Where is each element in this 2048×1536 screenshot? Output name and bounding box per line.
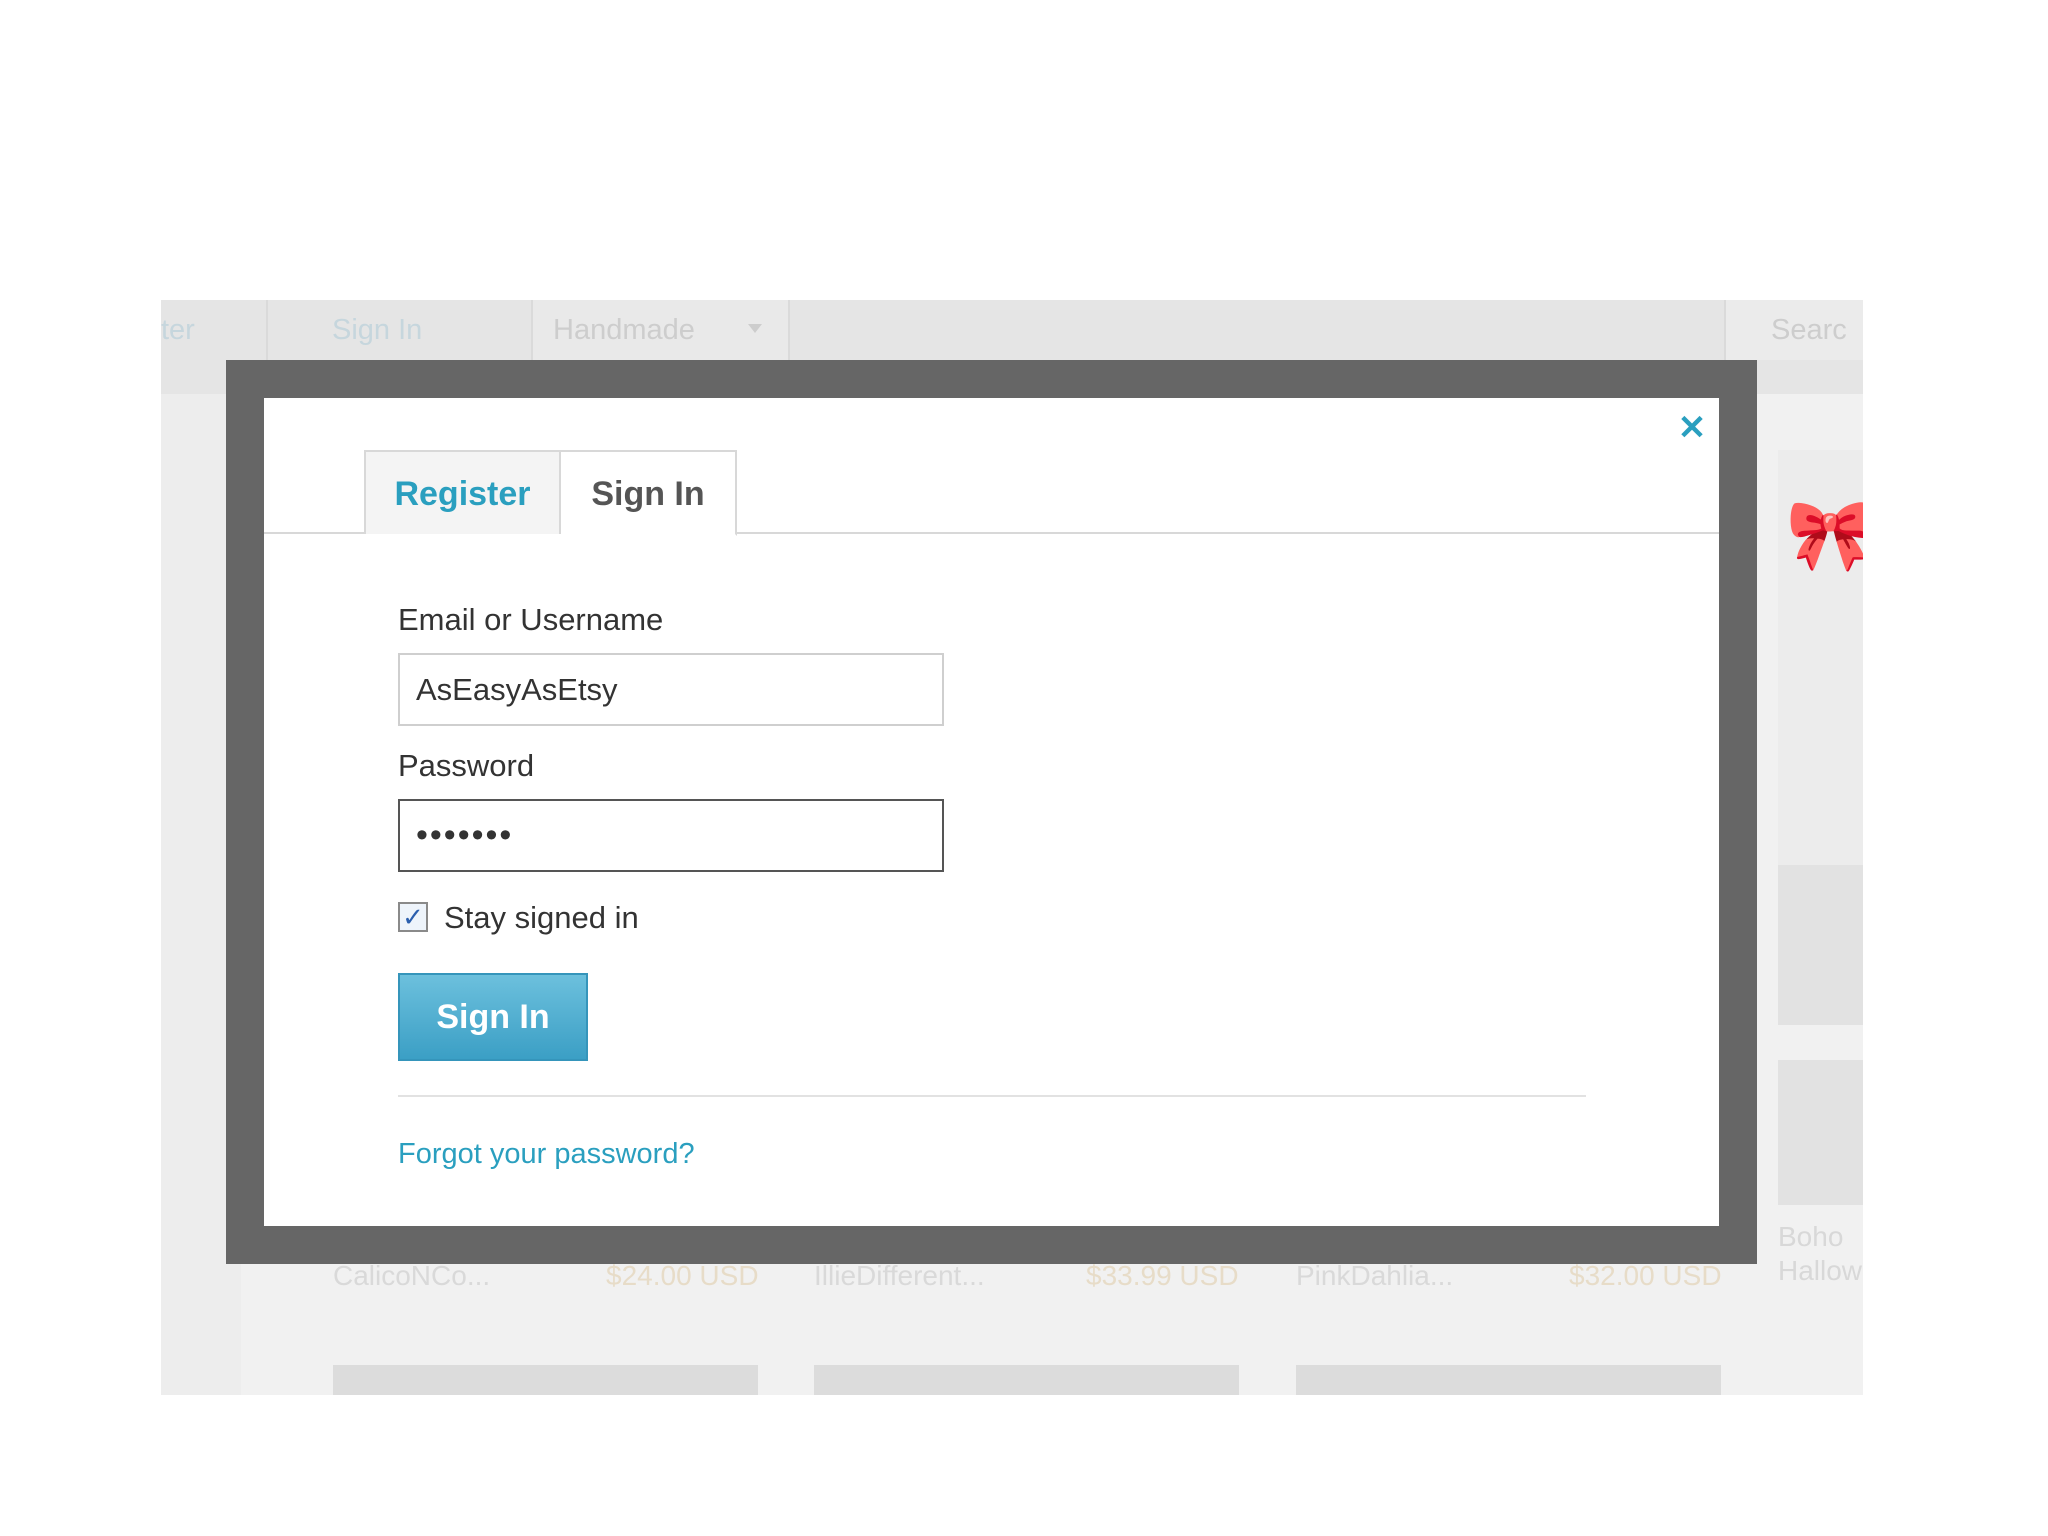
bg-price: $33.99 USD (1086, 1260, 1239, 1291)
signin-dialog-overlay: ✕ Register Sign In Email or Username Pas… (226, 360, 1757, 1264)
stay-signed-in-label[interactable]: Stay signed in (444, 900, 639, 936)
bg-side-item-title: Boho Hallow (1778, 1220, 1862, 1288)
bg-price: $32.00 USD (1569, 1260, 1722, 1291)
checkbox-checked-icon[interactable]: ✓ (398, 902, 428, 932)
bg-category-select: Handmade (531, 300, 790, 360)
bg-side-item-line: Hallow (1778, 1255, 1863, 1286)
password-field[interactable] (398, 799, 944, 872)
bg-thumbnail (1778, 865, 1863, 1025)
forgot-password-link[interactable]: Forgot your password? (398, 1138, 695, 1171)
signin-dialog: ✕ Register Sign In Email or Username Pas… (264, 398, 1719, 1226)
signin-button[interactable]: Sign In (398, 973, 588, 1061)
bg-nav-divider (266, 300, 268, 360)
divider (398, 1095, 1586, 1097)
tab-register[interactable]: Register (364, 450, 561, 534)
chevron-down-icon (748, 324, 762, 333)
bg-search-box: Searc (1724, 300, 1863, 360)
tab-signin[interactable]: Sign In (561, 450, 737, 536)
bg-shop-name: CalicoNCo... (333, 1260, 491, 1291)
email-field[interactable] (398, 653, 944, 726)
bg-shop-name: IllieDifferent... (814, 1260, 985, 1291)
bg-shop-name: PinkDahlia... (1296, 1260, 1454, 1291)
gift-bow-icon: 🎀 (1786, 496, 1863, 574)
bg-thumbnail (814, 1365, 1239, 1395)
bg-thumbnail (1778, 1060, 1863, 1205)
email-label: Email or Username (398, 602, 664, 637)
bg-price: $24.00 USD (606, 1260, 759, 1291)
bg-register-link: ter (161, 314, 195, 346)
bg-thumbnail (1296, 1365, 1721, 1395)
screen: ter Sign In Handmade Searc 🎀 Boho Hallow… (0, 0, 2048, 1536)
password-label: Password (398, 748, 535, 783)
bg-category-label: Handmade (553, 314, 695, 346)
bg-thumbnail (333, 1365, 758, 1395)
bg-side-item-line: Boho (1778, 1221, 1844, 1252)
close-icon[interactable]: ✕ (1672, 408, 1712, 448)
bg-signin-link: Sign In (332, 314, 423, 346)
